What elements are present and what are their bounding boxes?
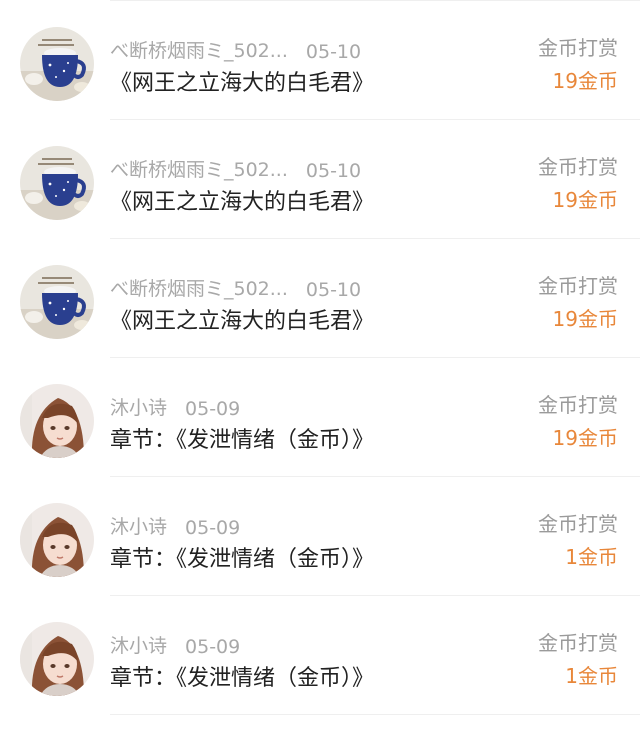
reward-type: 金币打赏 xyxy=(538,393,618,417)
reward-amount: 19金币 xyxy=(552,69,618,93)
record-meta: 沐小诗 05-09 xyxy=(110,512,240,539)
reward-amount: 1金币 xyxy=(565,664,618,688)
mug-avatar[interactable] xyxy=(20,265,94,339)
work-title[interactable]: 《网王之立海大的白毛君》 xyxy=(110,184,374,216)
reward-record-row[interactable]: 沐小诗 05-09 章节：《发泄情绪（金币）》 金币打赏 19金币 xyxy=(0,358,640,477)
girl-avatar[interactable] xyxy=(20,622,94,696)
user-name[interactable]: 沐小诗 xyxy=(110,631,167,658)
reward-type: 金币打赏 xyxy=(538,155,618,179)
record-date: 05-10 xyxy=(305,279,362,301)
reward-type: 金币打赏 xyxy=(538,36,618,60)
record-date: 05-09 xyxy=(185,636,241,658)
record-meta: 沐小诗 05-09 xyxy=(110,393,240,420)
user-name[interactable]: 沐小诗 xyxy=(110,393,167,420)
reward-record-row[interactable]: 沐小诗 05-09 章节：《发泄情绪（金币）》 金币打赏 1金币 xyxy=(0,596,640,715)
user-name[interactable]: 沐小诗 xyxy=(110,512,167,539)
record-date: 05-09 xyxy=(185,517,241,539)
reward-record-row[interactable]: べ断桥烟雨ミ_502... 05-10 《网王之立海大的白毛君》 金币打赏 19金… xyxy=(0,1,640,120)
reward-list: べ断桥烟雨ミ_502... 05-10 《网王之立海大的白毛君》 金币打赏 19金… xyxy=(0,0,640,715)
record-date: 05-09 xyxy=(185,398,241,420)
record-meta: べ断桥烟雨ミ_502... 05-10 xyxy=(110,274,361,301)
reward-type: 金币打赏 xyxy=(538,631,618,655)
reward-amount: 1金币 xyxy=(565,545,618,569)
reward-record-row[interactable]: べ断桥烟雨ミ_502... 05-10 《网王之立海大的白毛君》 金币打赏 19金… xyxy=(0,239,640,358)
girl-avatar[interactable] xyxy=(20,384,94,458)
girl-avatar[interactable] xyxy=(20,503,94,577)
reward-record-row[interactable]: 沐小诗 05-09 章节：《发泄情绪（金币）》 金币打赏 1金币 xyxy=(0,477,640,596)
reward-type: 金币打赏 xyxy=(538,274,618,298)
mug-avatar[interactable] xyxy=(20,146,94,220)
mug-avatar[interactable] xyxy=(20,27,94,101)
user-name[interactable]: べ断桥烟雨ミ_502... xyxy=(110,274,288,301)
reward-amount: 19金币 xyxy=(552,188,618,212)
record-date: 05-10 xyxy=(305,41,362,63)
reward-record-row[interactable]: べ断桥烟雨ミ_502... 05-10 《网王之立海大的白毛君》 金币打赏 19金… xyxy=(0,120,640,239)
record-date: 05-10 xyxy=(305,160,362,182)
work-title[interactable]: 《网王之立海大的白毛君》 xyxy=(110,303,374,335)
record-meta: べ断桥烟雨ミ_502... 05-10 xyxy=(110,36,361,63)
work-title[interactable]: 章节：《发泄情绪（金币）》 xyxy=(110,541,374,573)
work-title[interactable]: 《网王之立海大的白毛君》 xyxy=(110,65,374,97)
user-name[interactable]: べ断桥烟雨ミ_502... xyxy=(110,36,288,63)
record-meta: べ断桥烟雨ミ_502... 05-10 xyxy=(110,155,361,182)
reward-type: 金币打赏 xyxy=(538,512,618,536)
work-title[interactable]: 章节：《发泄情绪（金币）》 xyxy=(110,660,374,692)
record-meta: 沐小诗 05-09 xyxy=(110,631,240,658)
reward-amount: 19金币 xyxy=(552,426,618,450)
reward-amount: 19金币 xyxy=(552,307,618,331)
user-name[interactable]: べ断桥烟雨ミ_502... xyxy=(110,155,288,182)
work-title[interactable]: 章节：《发泄情绪（金币）》 xyxy=(110,422,374,454)
